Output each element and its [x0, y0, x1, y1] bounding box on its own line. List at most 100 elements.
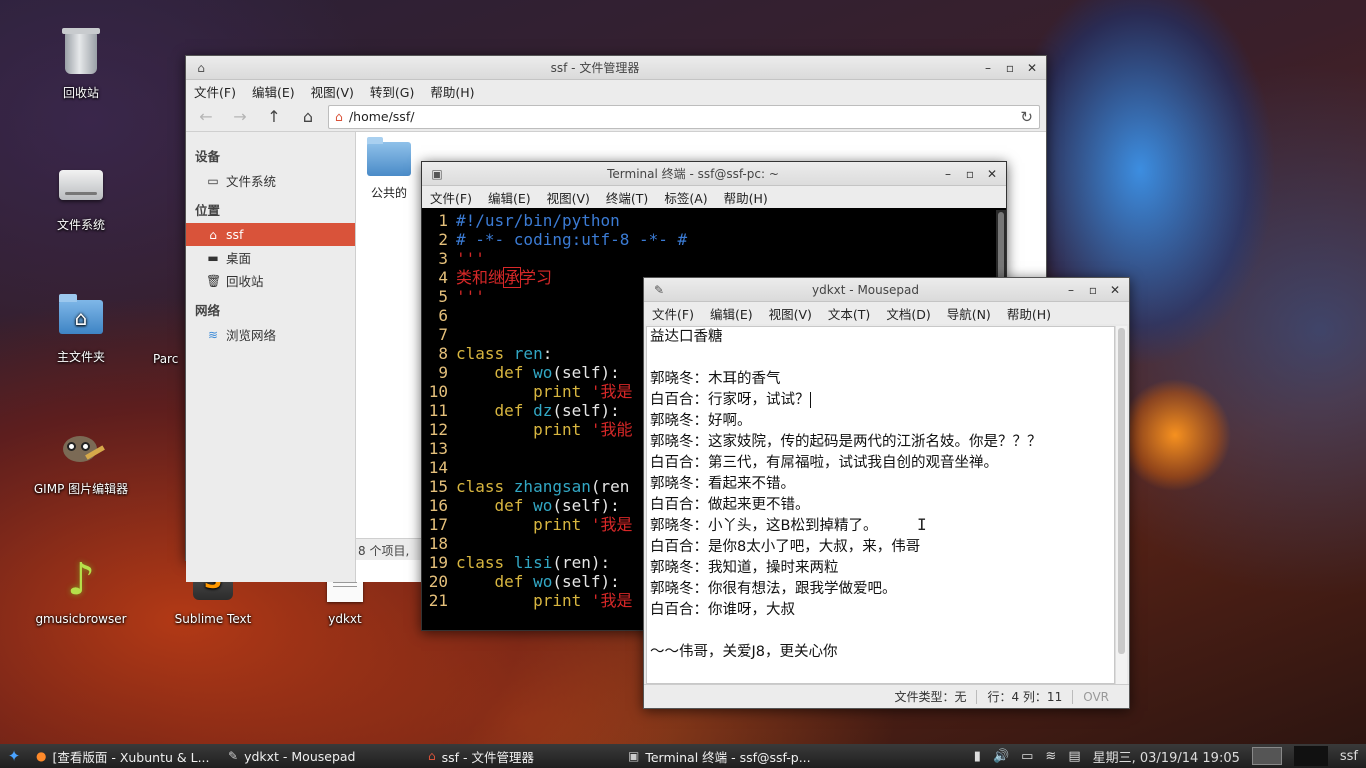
text-line: 郭晓冬：好啊。 [650, 411, 1111, 432]
folder-item[interactable]: 公共的 [364, 137, 414, 201]
mousepad-statusbar: 文件类型：无 行：4 列：11 OVR [644, 684, 1129, 708]
desktop-icon-label: Sublime Text [174, 612, 252, 626]
user-name[interactable]: ssf [1340, 749, 1358, 764]
close-icon[interactable]: ✕ [1109, 283, 1121, 297]
forward-arrow-icon[interactable]: → [226, 107, 254, 126]
sidebar-item-trash[interactable]: 🗑 回收站 [186, 269, 355, 292]
menu-view[interactable]: 视图(V) [311, 82, 354, 101]
filetype-indicator[interactable]: 文件类型：无 [894, 688, 966, 705]
taskbar-item-mousepad[interactable]: ✎ ydkxt - Mousepad [220, 744, 420, 768]
sidebar-item-browse-network[interactable]: ≋ 浏览网络 [186, 323, 355, 346]
sidebar-item-filesystem[interactable]: ▭ 文件系统 [186, 169, 355, 192]
mousepad-window[interactable]: ✎ ydkxt - Mousepad – ▫ ✕ 文件(F) 编辑(E) 视图(… [643, 277, 1130, 709]
text-line-content: 郭晓冬：好啊。 [650, 413, 752, 429]
gimp-icon [57, 424, 105, 472]
location-path: /home/ssf/ [348, 109, 415, 124]
sidebar-item-label: ssf [226, 227, 244, 242]
volume-icon[interactable]: 🔊 [993, 749, 1009, 764]
code-token: wo [533, 572, 553, 591]
network-icon[interactable]: ▤ [1068, 749, 1080, 764]
desktop-icon-trash[interactable]: 回收站 [21, 28, 141, 101]
minimize-icon[interactable]: – [982, 61, 994, 75]
code-token: print [533, 420, 591, 439]
text-line-content: 郭晓冬：小丫头，这B松到掉精了。 [650, 518, 878, 534]
menu-help[interactable]: 帮助(H) [430, 82, 474, 101]
clock[interactable]: 星期三, 03/19/14 19:05 [1093, 747, 1240, 766]
line-number: 12 [428, 420, 448, 439]
maximize-icon[interactable]: ▫ [1004, 61, 1016, 75]
menu-view[interactable]: 视图(V) [547, 188, 590, 207]
menu-tabs[interactable]: 标签(A) [664, 188, 707, 207]
menu-file[interactable]: 文件(F) [430, 188, 472, 207]
line-number: 14 [428, 458, 448, 477]
code-token: (ren): [552, 553, 611, 572]
menu-edit[interactable]: 编辑(E) [488, 188, 531, 207]
menu-navigation[interactable]: 导航(N) [947, 304, 991, 323]
menu-file[interactable]: 文件(F) [194, 82, 236, 101]
close-icon[interactable]: ✕ [1026, 61, 1038, 75]
desktop-icon-gimp[interactable]: GIMP 图片编辑器 [21, 424, 141, 497]
location-bar[interactable]: ⌂ /home/ssf/ ↻ [328, 104, 1040, 129]
desktop-icon-home[interactable]: 主文件夹 [21, 292, 141, 365]
battery-icon[interactable]: ▮ [974, 749, 981, 764]
file-manager-titlebar[interactable]: ⌂ ssf - 文件管理器 – ▫ ✕ [186, 56, 1046, 80]
text-line: 白百合：你谁呀，大叔 [650, 600, 1111, 621]
maximize-icon[interactable]: ▫ [1087, 283, 1099, 297]
close-icon[interactable]: ✕ [986, 167, 998, 181]
menu-edit[interactable]: 编辑(E) [252, 82, 295, 101]
line-number: 4 [438, 268, 448, 287]
trash-icon: 🗑 [206, 273, 222, 288]
minimize-icon[interactable]: – [942, 167, 954, 181]
menu-text[interactable]: 文本(T) [828, 304, 870, 323]
taskbar-item-firefox[interactable]: ● [查看版面 - Xubuntu & L... [28, 744, 220, 768]
desktop-icon-filesystem[interactable]: 文件系统 [21, 160, 141, 233]
menu-help[interactable]: 帮助(H) [1007, 304, 1051, 323]
window-title: ssf - 文件管理器 [550, 61, 640, 75]
text-line-content: 郭晓冬：我知道，操时来两粒 [650, 560, 839, 576]
minimize-icon[interactable]: – [1065, 283, 1077, 297]
desktop-icon-parc[interactable]: Parc [153, 352, 183, 366]
text-editor-area[interactable]: 益达口香糖 郭晓冬：木耳的香气 白百合：行家呀，试试？ 郭晓冬：好啊。 郭晓冬：这家妓院… [646, 326, 1115, 684]
folder-label: 公共的 [370, 186, 407, 200]
sidebar-item-desktop[interactable]: ▬ 桌面 [186, 246, 355, 269]
menu-edit[interactable]: 编辑(E) [710, 304, 753, 323]
text-line-content: 白百合：第三代，有屌福啦，试试我自创的观音坐禅。 [650, 455, 998, 471]
menu-document[interactable]: 文档(D) [886, 304, 930, 323]
back-arrow-icon[interactable]: ← [192, 107, 220, 126]
desktop-icon-gmusicbrowser[interactable]: ♪ gmusicbrowser [21, 556, 141, 627]
menu-view[interactable]: 视图(V) [769, 304, 812, 323]
menu-go[interactable]: 转到(G) [370, 82, 414, 101]
desktop-icon-label: Parc [153, 352, 179, 366]
workspace-switcher[interactable] [1251, 747, 1282, 765]
code-token: #!/usr/bin/python [456, 211, 620, 230]
menu-terminal[interactable]: 终端(T) [606, 188, 648, 207]
cursor-position: 行：4 列：11 [987, 690, 1063, 704]
keyboard-icon[interactable]: ▭ [1021, 749, 1033, 764]
mousepad-titlebar[interactable]: ✎ ydkxt - Mousepad – ▫ ✕ [644, 278, 1129, 302]
home-icon: ⌂ [428, 749, 436, 763]
code-token: wo [533, 496, 553, 515]
menu-help[interactable]: 帮助(H) [724, 188, 768, 207]
sidebar-item-ssf[interactable]: ⌂ ssf [186, 223, 355, 246]
taskbar-item-label: [查看版面 - Xubuntu & L... [52, 749, 210, 765]
line-number: 18 [428, 534, 448, 553]
line-number: 15 [428, 477, 448, 496]
up-arrow-icon[interactable]: ↑ [260, 107, 288, 126]
editor-scrollbar[interactable] [1115, 326, 1127, 684]
text-line-content: 郭晓冬：这家妓院，传的起码是两代的江浙名妓。你是？？？ [650, 434, 1042, 450]
text-line-content: 郭晓冬：木耳的香气 [650, 371, 781, 387]
taskbar-item-file-manager[interactable]: ⌂ ssf - 文件管理器 [420, 744, 620, 768]
maximize-icon[interactable]: ▫ [964, 167, 976, 181]
taskbar-item-terminal[interactable]: ▣ Terminal 终端 - ssf@ssf-p... [620, 744, 820, 768]
menu-file[interactable]: 文件(F) [652, 304, 694, 323]
home-icon[interactable]: ⌂ [294, 107, 322, 126]
wifi-icon[interactable]: ≋ [1045, 749, 1056, 764]
sidebar-header-devices: 设备 [195, 149, 221, 164]
reload-icon[interactable]: ↻ [1020, 108, 1033, 126]
terminal-titlebar[interactable]: ▣ Terminal 终端 - ssf@ssf-pc: ~ – ▫ ✕ [422, 162, 1006, 186]
xfce-menu-icon[interactable]: ✦ [0, 747, 28, 765]
code-token: ren [513, 344, 543, 363]
workspace-preview[interactable] [1293, 746, 1328, 766]
